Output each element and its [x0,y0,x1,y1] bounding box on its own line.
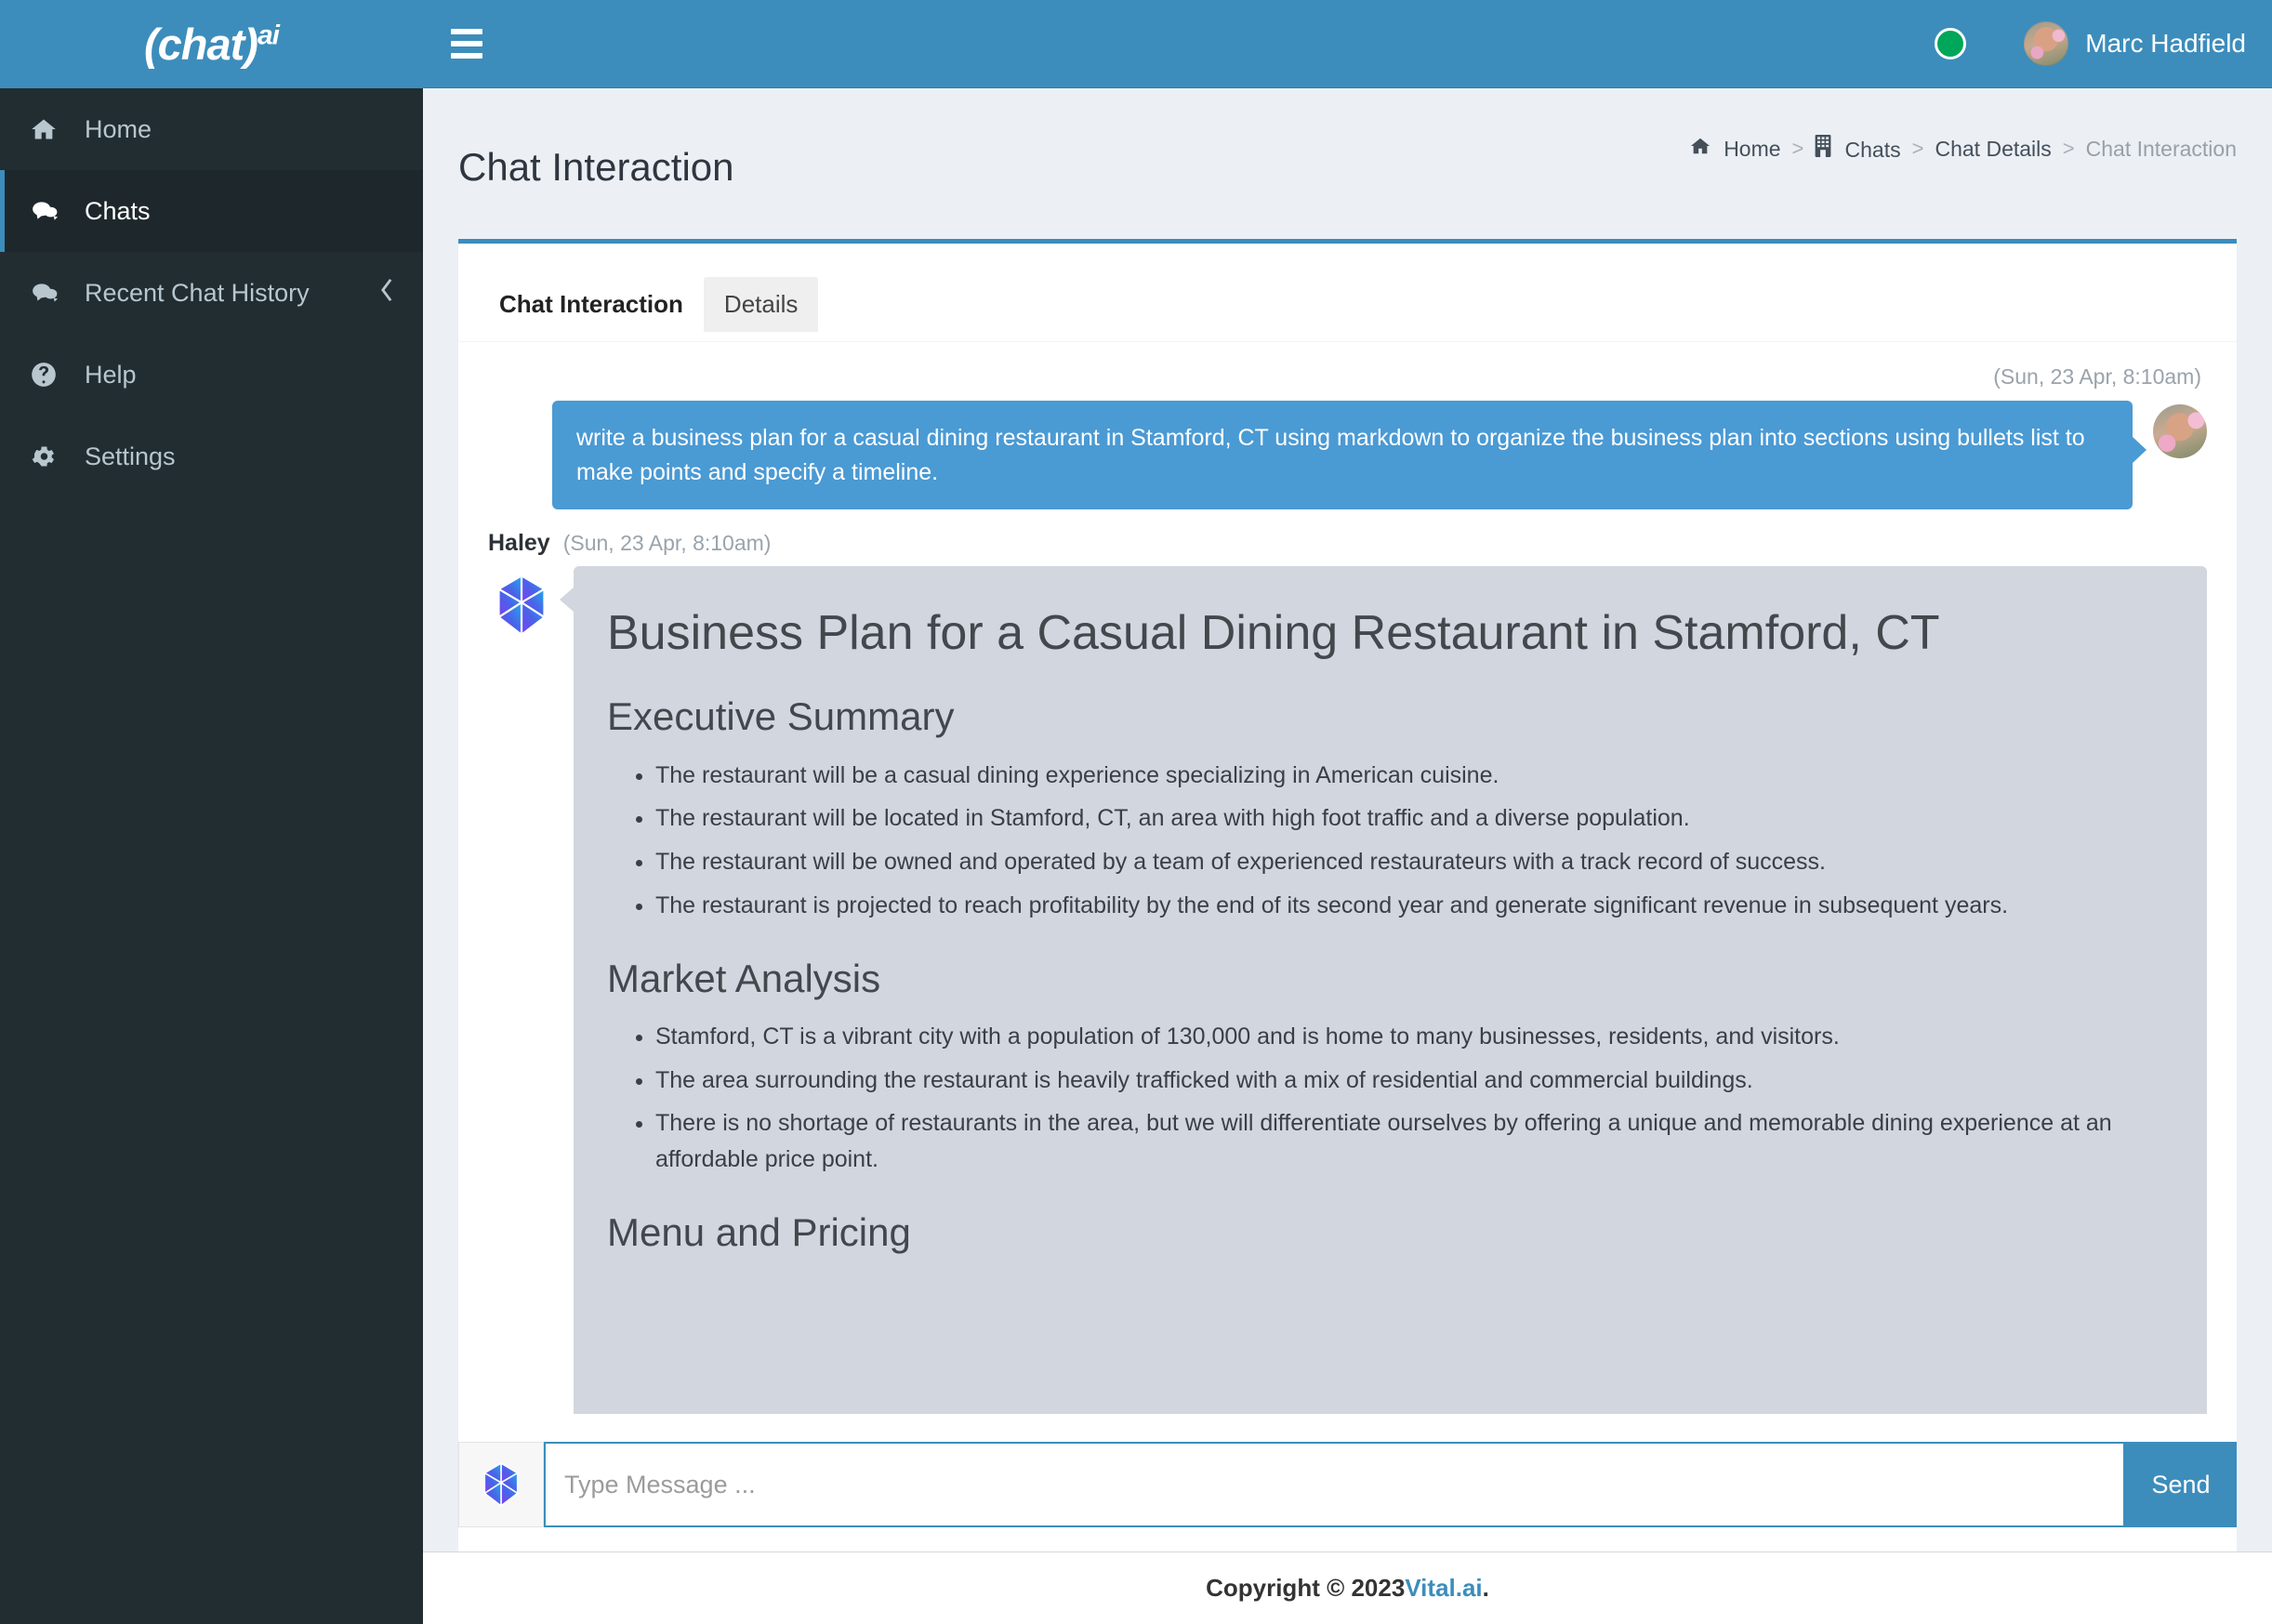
section-heading-executive-summary: Executive Summary [607,694,955,739]
message-outgoing: (Sun, 23 Apr, 8:10am) write a business p… [488,355,2207,509]
help-circle-icon [31,362,72,388]
haley-polyhedron-logo-icon [483,1462,519,1507]
section-heading-menu-and-pricing: Menu and Pricing [607,1209,911,1254]
list-item: Stamford, CT is a vibrant city with a po… [655,1019,2173,1055]
breadcrumb-separator: > [2062,137,2075,160]
logo-text: (chat)ai [144,19,280,70]
home-icon [1690,138,1716,161]
footer: Copyright © 2023 Vital.ai. [423,1551,2272,1624]
sidebar-item-home[interactable]: Home [0,88,423,170]
tab-details[interactable]: Details [703,277,819,333]
list-item: There is no shortage of restaurants in t… [655,1105,2173,1178]
main-area: Marc Hadfield Chat Interaction Home > Ch… [423,0,2272,1624]
sidebar-item-help[interactable]: Help [0,334,423,416]
sidebar-item-label: Recent Chat History [85,278,310,307]
list-item: The restaurant will be owned and operate… [655,844,2173,880]
footer-link-vital-ai[interactable]: Vital.ai [1405,1574,1482,1603]
response-title: Business Plan for a Casual Dining Restau… [607,605,1940,660]
chats-icon [31,198,72,224]
tab-bar: Chat Interaction Details [458,244,2237,343]
breadcrumb-separator: > [1911,137,1924,160]
list-item: The area surrounding the restaurant is h… [655,1063,2173,1099]
sidebar-item-label: Help [85,360,137,389]
sidebar-item-label: Settings [85,442,176,470]
breadcrumb-item-home[interactable]: Home [1690,136,1781,162]
chevron-left-icon[interactable] [378,277,395,309]
tab-chat-interaction[interactable]: Chat Interaction [479,277,704,332]
breadcrumb-item-current: Chat Interaction [2085,136,2237,161]
sidebar-nav: Home Chats Recent Chat History Help Sett… [0,88,423,497]
footer-suffix: . [1482,1574,1489,1602]
home-icon [31,116,72,142]
message-composer: Send [458,1442,2237,1527]
message-timestamp: (Sun, 23 Apr, 8:10am) [1993,364,2201,389]
chat-stream[interactable]: (Sun, 23 Apr, 8:10am) write a business p… [458,342,2237,1529]
page-header: Chat Interaction Home > Chats > Chat Det… [423,88,2272,213]
footer-copyright: Copyright © 2023 [1206,1574,1406,1602]
hamburger-icon[interactable] [451,29,482,59]
app-root: (chat)ai Home Chats Recent Chat History [0,0,2272,1624]
section-bullets-executive-summary: The restaurant will be a casual dining e… [607,758,2173,924]
user-name-label: Marc Hadfield [2085,29,2246,58]
send-button[interactable]: Send [2125,1442,2237,1527]
breadcrumb-item-chats[interactable]: Chats [1815,135,1901,163]
markdown-content: Business Plan for a Casual Dining Restau… [607,605,2173,1257]
breadcrumb-item-chat-details[interactable]: Chat Details [1935,137,2051,162]
breadcrumb-label: Chats [1844,138,1901,162]
list-item: The restaurant will be located in Stamfo… [655,800,2173,837]
sidebar-item-label: Home [85,114,152,143]
message-sender-name: Haley [488,529,550,556]
logo-suffix: ai [257,20,280,51]
list-item: The restaurant will be a casual dining e… [655,758,2173,794]
breadcrumb-label: Home [1724,137,1781,161]
avatar [2153,404,2207,459]
breadcrumb-separator: > [1791,137,1804,160]
chat-history-icon [31,280,72,306]
message-sender-line: Haley (Sun, 23 Apr, 8:10am) [488,530,2207,557]
message-row: Business Plan for a Casual Dining Restau… [488,565,2207,1477]
sidebar-item-chats[interactable]: Chats [0,170,423,252]
list-item: The restaurant is projected to reach pro… [655,888,2173,924]
building-icon [1815,135,1837,162]
page-title: Chat Interaction [458,145,734,190]
haley-polyhedron-logo-icon [488,566,555,639]
message-incoming: Haley (Sun, 23 Apr, 8:10am) Business Pla… [488,530,2207,1477]
composer-bot-logo-button[interactable] [458,1442,544,1527]
sidebar: (chat)ai Home Chats Recent Chat History [0,0,423,1624]
breadcrumb: Home > Chats > Chat Details > Chat Inter… [1690,122,2237,163]
message-bubble-user: write a business plan for a casual dinin… [552,401,2147,509]
message-row: write a business plan for a casual dinin… [488,401,2207,509]
logo-prefix: (chat) [144,20,258,69]
message-bubble-bot: Business Plan for a Casual Dining Restau… [560,565,2207,1477]
chat-card: Chat Interaction Details (Sun, 23 Apr, 8… [458,239,2237,1530]
user-menu[interactable]: Marc Hadfield [2024,21,2246,66]
top-bar: Marc Hadfield [423,0,2272,88]
gear-icon [31,443,72,469]
sidebar-item-label: Chats [85,196,151,225]
status-indicator-online[interactable] [1935,28,1967,59]
message-input[interactable] [544,1442,2125,1527]
avatar [2024,21,2069,66]
app-logo[interactable]: (chat)ai [0,0,423,88]
message-timestamp: (Sun, 23 Apr, 8:10am) [562,530,772,555]
top-bar-right: Marc Hadfield [1935,21,2246,66]
section-bullets-market-analysis: Stamford, CT is a vibrant city with a po… [607,1019,2173,1178]
section-heading-market-analysis: Market Analysis [607,956,881,1000]
sidebar-item-settings[interactable]: Settings [0,416,423,497]
sidebar-item-recent-chat-history[interactable]: Recent Chat History [0,252,423,334]
